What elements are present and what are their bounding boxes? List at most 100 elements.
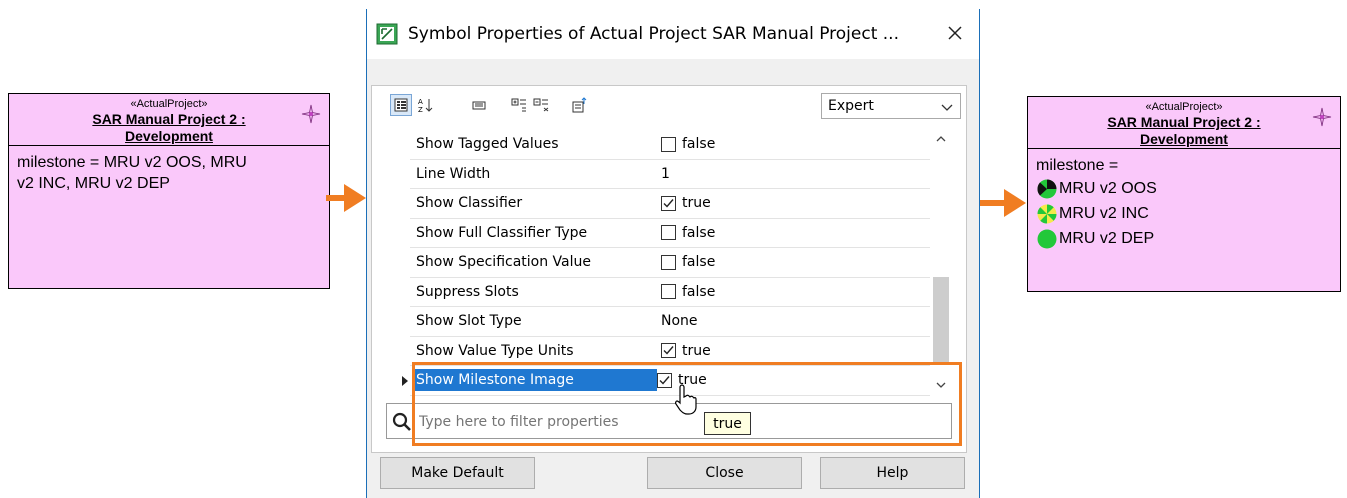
slot-text-line1: milestone = MRU v2 OOS, MRU <box>17 154 247 171</box>
filter-properties-box <box>386 403 952 439</box>
symbol-slots: milestone = MRU v2 OOS MRU v2 INC MRU v2… <box>1028 149 1340 257</box>
property-checkbox[interactable] <box>661 284 676 300</box>
symbol-header: «ActualProject» SAR Manual Project 2 : D… <box>1028 97 1340 149</box>
property-value-text: true <box>682 342 711 359</box>
property-value[interactable]: false <box>661 225 715 241</box>
property-value[interactable]: false <box>661 136 715 152</box>
chevron-down-icon <box>941 104 953 111</box>
property-checkbox[interactable] <box>657 372 672 388</box>
property-value[interactable]: 1 <box>661 166 670 182</box>
row-selected-marker-icon <box>402 376 408 386</box>
stereotype-label: «ActualProject» <box>130 98 208 110</box>
checkmark-icon <box>663 346 674 355</box>
property-name: Show Slot Type <box>416 313 522 330</box>
property-name: Suppress Slots <box>416 283 519 300</box>
symbol-name-line2: Development <box>1140 131 1228 147</box>
symbol-name-line1: SAR Manual Project 2 : <box>92 111 246 127</box>
right-actual-project-symbol[interactable]: «ActualProject» SAR Manual Project 2 : D… <box>1027 96 1341 292</box>
property-row[interactable]: Show Tagged Values false <box>410 130 930 160</box>
property-value-text: false <box>682 254 716 271</box>
symbol-name-line1: SAR Manual Project 2 : <box>1107 114 1261 130</box>
properties-scrollbar[interactable] <box>930 130 952 397</box>
scroll-up-icon[interactable] <box>935 134 947 144</box>
show-description-button[interactable] <box>468 94 490 116</box>
property-value-text: 1 <box>661 165 670 182</box>
property-value[interactable]: false <box>661 254 715 270</box>
milestone-item: MRU v2 DEP <box>1036 226 1332 251</box>
property-checkbox[interactable] <box>661 225 676 241</box>
property-checkbox[interactable] <box>661 195 676 211</box>
checkmark-icon <box>659 375 670 385</box>
help-button[interactable]: Help <box>820 457 965 489</box>
arrow-right-icon <box>326 184 366 212</box>
expand-all-icon <box>511 98 526 112</box>
properties-panel: A Z Expert Show Tagged Values false Line… <box>371 85 967 453</box>
property-checkbox[interactable] <box>661 136 676 152</box>
dialog-title: Symbol Properties of Actual Project SAR … <box>408 24 899 44</box>
arrow-right-icon <box>978 189 1026 217</box>
slot-label: milestone = <box>1036 157 1119 174</box>
property-value-text: true <box>682 195 711 212</box>
close-button[interactable]: Close <box>647 457 802 489</box>
symbol-name-line2: Development <box>125 128 213 144</box>
property-row[interactable]: Show Milestone Image true <box>402 366 930 396</box>
milestone-item: MRU v2 INC <box>1036 201 1332 226</box>
sort-az-icon: A Z <box>418 98 433 113</box>
property-row[interactable]: Show Specification Value false <box>410 248 930 278</box>
scrollbar-thumb[interactable] <box>933 277 949 362</box>
milestone-dep-icon <box>1037 229 1057 248</box>
close-icon[interactable] <box>945 23 965 43</box>
stereotype-label: «ActualProject» <box>1145 101 1223 113</box>
actual-project-star-icon <box>1312 107 1332 127</box>
make-default-button[interactable]: Make Default <box>380 457 535 489</box>
property-checkbox[interactable] <box>661 254 676 270</box>
property-checkbox[interactable] <box>661 343 676 359</box>
expand-all-button[interactable] <box>508 94 530 116</box>
value-tooltip: true <box>704 412 751 435</box>
property-name: Show Tagged Values <box>416 136 559 153</box>
collapse-all-button[interactable] <box>530 94 552 116</box>
scroll-down-icon[interactable] <box>935 380 947 390</box>
property-value[interactable]: true <box>661 343 711 359</box>
property-row[interactable]: Show Classifier true <box>410 189 930 219</box>
svg-text:Z: Z <box>418 106 423 113</box>
property-value-text: false <box>682 224 716 241</box>
property-row[interactable]: Show Value Type Units true <box>410 337 930 366</box>
milestone-oos-icon <box>1037 179 1057 198</box>
property-mode-value: Expert <box>828 98 874 114</box>
group-by-category-button[interactable] <box>390 94 412 116</box>
checkmark-icon <box>663 198 674 208</box>
properties-grid: Show Tagged Values false Line Width 1 Show C… <box>402 130 930 396</box>
milestone-inc-icon <box>1037 204 1057 223</box>
slot-text-line2: v2 INC, MRU v2 DEP <box>17 175 170 192</box>
property-row[interactable]: Show Slot Type None <box>410 307 930 337</box>
left-actual-project-symbol[interactable]: «ActualProject» SAR Manual Project 2 : D… <box>8 93 330 289</box>
property-value-text: None <box>661 313 698 330</box>
property-mode-select[interactable]: Expert <box>821 93 961 119</box>
svg-text:A: A <box>418 98 423 106</box>
property-row[interactable]: Line Width 1 <box>410 160 930 189</box>
property-name: Show Specification Value <box>416 254 592 271</box>
export-properties-icon <box>572 97 587 113</box>
property-value[interactable]: true <box>661 195 711 211</box>
property-value[interactable]: None <box>661 313 698 329</box>
property-value[interactable]: false <box>661 284 715 300</box>
mouse-cursor-icon <box>674 384 697 415</box>
milestone-item: MRU v2 OOS <box>1036 176 1332 201</box>
sort-alphabetically-button[interactable]: A Z <box>414 94 436 116</box>
symbol-properties-dialog: Symbol Properties of Actual Project SAR … <box>366 9 980 498</box>
property-row[interactable]: Show Full Classifier Type false <box>410 219 930 248</box>
app-icon <box>376 23 398 45</box>
property-name: Show Classifier <box>416 195 523 212</box>
milestone-label: MRU v2 DEP <box>1059 230 1155 247</box>
dialog-titlebar[interactable]: Symbol Properties of Actual Project SAR … <box>367 9 979 59</box>
milestone-label: MRU v2 INC <box>1059 205 1149 222</box>
milestone-label: MRU v2 OOS <box>1059 180 1157 197</box>
filter-properties-input[interactable] <box>417 409 701 435</box>
property-row[interactable]: Suppress Slots false <box>410 278 930 307</box>
apply-style-button[interactable] <box>568 94 590 116</box>
description-panel-icon <box>472 101 486 110</box>
property-value-text: false <box>682 283 716 300</box>
properties-toolbar: A Z Expert <box>376 90 962 120</box>
property-name: Show Full Classifier Type <box>416 224 588 241</box>
